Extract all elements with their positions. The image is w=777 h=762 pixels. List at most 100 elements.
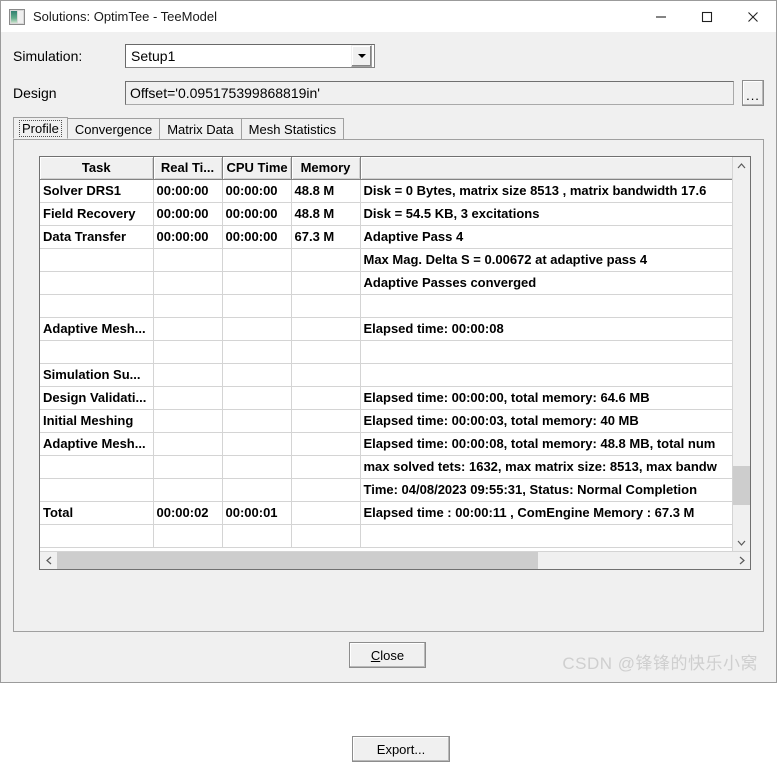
simulation-selected-value: Setup1 bbox=[131, 48, 176, 64]
cell-information: Max Mag. Delta S = 0.00672 at adaptive p… bbox=[360, 248, 732, 272]
cell-cpu_time bbox=[222, 409, 292, 433]
column-header-information[interactable]: Information bbox=[360, 157, 732, 180]
cell-real_time bbox=[153, 317, 223, 341]
cell-task: Adaptive Mesh... bbox=[40, 317, 154, 341]
cell-information: Adaptive Passes converged bbox=[360, 271, 732, 295]
horizontal-scroll-thumb[interactable] bbox=[57, 552, 538, 569]
close-button[interactable] bbox=[730, 1, 776, 32]
vertical-scroll-thumb[interactable] bbox=[733, 466, 750, 505]
horizontal-scrollbar[interactable] bbox=[40, 551, 750, 569]
table-row[interactable]: Design Validati... Elapsed time: 00:00:00… bbox=[40, 386, 732, 410]
cell-real_time bbox=[153, 248, 223, 272]
table-row[interactable]: Simulation Su... bbox=[40, 363, 732, 387]
cell-cpu_time: 00:00:00 bbox=[222, 179, 292, 203]
table-row[interactable]: Initial Meshing Elapsed time: 00:00:03, t… bbox=[40, 409, 732, 433]
table-row[interactable]: Data Transfer 00:00:00 00:00:00 67.3 M Adapt… bbox=[40, 225, 732, 249]
vertical-scroll-track[interactable] bbox=[733, 174, 750, 534]
cell-memory bbox=[291, 386, 361, 410]
minimize-icon bbox=[656, 15, 666, 18]
cell-information: Elapsed time: 00:00:03, total memory: 40… bbox=[360, 409, 732, 433]
cell-task: Initial Meshing bbox=[40, 409, 154, 433]
export-button[interactable]: Export... bbox=[352, 736, 450, 762]
tab-matrix-data-label: Matrix Data bbox=[167, 121, 234, 137]
cell-task: Field Recovery bbox=[40, 202, 154, 226]
table-row[interactable]: Solver DRS1 00:00:00 00:00:00 48.8 M Disk = … bbox=[40, 179, 732, 203]
cell-cpu_time bbox=[222, 317, 292, 341]
minimize-button[interactable] bbox=[638, 1, 684, 32]
cell-information bbox=[360, 340, 732, 364]
table-row[interactable]: max solved tets: 1632, max matrix size: … bbox=[40, 455, 732, 479]
maximize-button[interactable] bbox=[684, 1, 730, 32]
chevron-up-icon bbox=[737, 162, 746, 168]
cell-memory bbox=[291, 501, 361, 525]
cell-memory bbox=[291, 317, 361, 341]
table-row[interactable] bbox=[40, 294, 732, 318]
chevron-down-icon[interactable] bbox=[351, 45, 372, 67]
tab-convergence-label: Convergence bbox=[74, 121, 153, 137]
cell-real_time bbox=[153, 432, 223, 456]
cell-real_time bbox=[153, 271, 223, 295]
design-browse-button[interactable]: ... bbox=[742, 80, 764, 106]
tab-profile[interactable]: Profile bbox=[13, 117, 68, 139]
chevron-left-icon bbox=[45, 556, 51, 565]
cell-cpu_time: 00:00:00 bbox=[222, 202, 292, 226]
profile-table: Task Real Ti... CPU Time Memory Informat… bbox=[40, 157, 732, 548]
cell-cpu_time bbox=[222, 432, 292, 456]
solutions-dialog: Solutions: OptimTee - TeeModel Simulatio… bbox=[0, 0, 777, 762]
tab-matrix-data[interactable]: Matrix Data bbox=[159, 118, 242, 139]
cell-cpu_time: 00:00:00 bbox=[222, 225, 292, 249]
close-dialog-button[interactable]: Close bbox=[349, 642, 426, 668]
table-row[interactable]: Time: 04/08/2023 09:55:31, Status: Norma… bbox=[40, 478, 732, 502]
cell-real_time: 00:00:00 bbox=[153, 202, 223, 226]
cell-memory bbox=[291, 248, 361, 272]
cell-information bbox=[360, 294, 732, 318]
cell-memory bbox=[291, 478, 361, 502]
tab-convergence[interactable]: Convergence bbox=[66, 118, 161, 139]
maximize-icon bbox=[701, 11, 713, 22]
tab-strip: Profile Convergence Matrix Data Mesh Sta… bbox=[13, 117, 764, 140]
cell-cpu_time bbox=[222, 455, 292, 479]
table-row[interactable]: Adaptive Mesh... Elapsed time: 00:00:08 bbox=[40, 317, 732, 341]
close-icon bbox=[748, 11, 758, 22]
cell-memory bbox=[291, 340, 361, 364]
cell-memory bbox=[291, 409, 361, 433]
simulation-select[interactable]: Setup1 bbox=[125, 44, 375, 68]
cell-information: Elapsed time: 00:00:00, total memory: 64… bbox=[360, 386, 732, 410]
column-header-task[interactable]: Task bbox=[40, 157, 154, 180]
scroll-down-button[interactable] bbox=[733, 534, 750, 551]
close-button-mnemonic: C bbox=[370, 647, 381, 663]
table-header-row: Task Real Ti... CPU Time Memory Informat… bbox=[40, 157, 732, 180]
cell-task bbox=[40, 294, 154, 318]
profile-table-body: Solver DRS1 00:00:00 00:00:00 48.8 M Disk = … bbox=[40, 179, 732, 548]
vertical-scrollbar[interactable] bbox=[732, 157, 750, 551]
tab-mesh-statistics[interactable]: Mesh Statistics bbox=[240, 118, 345, 139]
horizontal-scroll-track[interactable] bbox=[57, 552, 733, 569]
table-row[interactable]: Field Recovery 00:00:00 00:00:00 48.8 M Disk… bbox=[40, 202, 732, 226]
column-header-memory[interactable]: Memory bbox=[291, 157, 361, 180]
scroll-left-button[interactable] bbox=[40, 552, 57, 569]
table-row[interactable] bbox=[40, 524, 732, 548]
cell-task bbox=[40, 340, 154, 364]
column-header-cpu-time[interactable]: CPU Time bbox=[222, 157, 292, 180]
scroll-up-button[interactable] bbox=[733, 157, 750, 174]
cell-task bbox=[40, 455, 154, 479]
scroll-right-button[interactable] bbox=[733, 552, 750, 569]
cell-task: Data Transfer bbox=[40, 225, 154, 249]
design-field[interactable]: Offset='0.095175399868819in' bbox=[125, 81, 734, 105]
window-controls bbox=[638, 1, 776, 32]
table-row[interactable]: Adaptive Mesh... Elapsed time: 00:00:08, … bbox=[40, 432, 732, 456]
cell-cpu_time bbox=[222, 478, 292, 502]
cell-cpu_time bbox=[222, 340, 292, 364]
cell-cpu_time: 00:00:01 bbox=[222, 501, 292, 525]
cell-memory: 67.3 M bbox=[291, 225, 361, 249]
cell-task: Total bbox=[40, 501, 154, 525]
cell-real_time bbox=[153, 386, 223, 410]
table-row[interactable]: Total 00:00:02 00:00:01 Elapsed time : 00:0… bbox=[40, 501, 732, 525]
table-row[interactable]: Max Mag. Delta S = 0.00672 at adaptive p… bbox=[40, 248, 732, 272]
table-row[interactable] bbox=[40, 340, 732, 364]
cell-information: Time: 04/08/2023 09:55:31, Status: Norma… bbox=[360, 478, 732, 502]
cell-cpu_time bbox=[222, 363, 292, 387]
table-row[interactable]: Adaptive Passes converged bbox=[40, 271, 732, 295]
column-header-real-time[interactable]: Real Ti... bbox=[153, 157, 223, 180]
cell-information bbox=[360, 524, 732, 548]
